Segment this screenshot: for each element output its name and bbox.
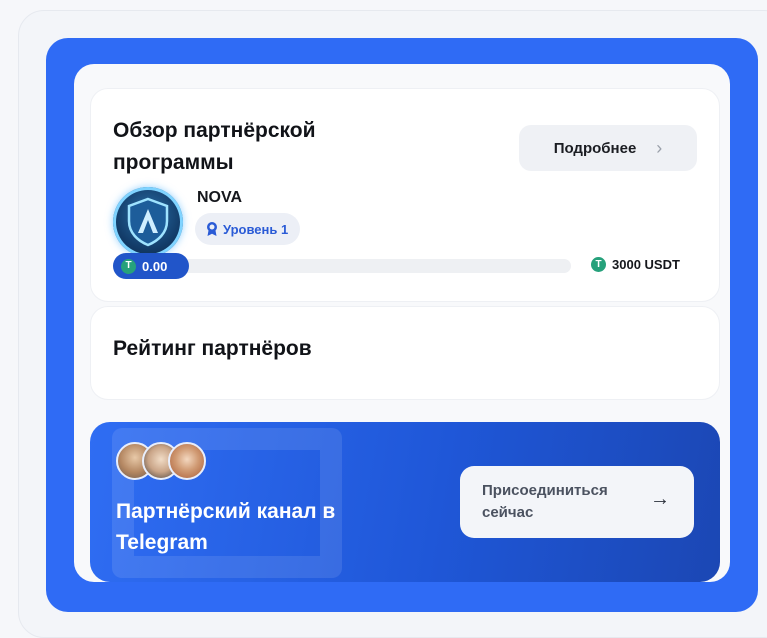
chevron-right-icon: › xyxy=(656,137,663,158)
more-button[interactable]: Подробнее › xyxy=(519,125,697,171)
shield-logo-icon xyxy=(127,197,169,247)
partner-avatar xyxy=(113,187,183,257)
award-icon xyxy=(207,222,217,236)
telegram-channel-card: Партнёрский канал в Telegram Присоединит… xyxy=(90,422,720,582)
join-now-button[interactable]: Присоединиться сейчас → xyxy=(460,466,694,538)
level-badge: Уровень 1 xyxy=(195,213,301,245)
progress-target: T 3000 USDT xyxy=(591,257,680,272)
progress-current-badge: T 0.00 xyxy=(113,253,189,279)
tether-icon: T xyxy=(121,258,136,274)
overview-card: Обзор партнёрской программы Подробнее › … xyxy=(90,88,720,302)
overview-title: Обзор партнёрской программы xyxy=(113,119,316,174)
progress-target-value: 3000 USDT xyxy=(612,257,680,272)
partner-panel: Обзор партнёрской программы Подробнее › … xyxy=(74,64,730,582)
member-avatar xyxy=(168,442,206,480)
more-button-label: Подробнее xyxy=(553,139,637,157)
telegram-channel-title: Партнёрский канал в Telegram xyxy=(116,500,336,554)
partner-name: NOVA xyxy=(197,189,243,206)
progress-current-value: 0.00 xyxy=(142,258,168,274)
level-label: Уровень 1 xyxy=(223,221,289,237)
rating-title: Рейтинг партнёров xyxy=(113,337,312,360)
rating-card[interactable]: Рейтинг партнёров xyxy=(90,306,720,400)
tether-icon: T xyxy=(591,257,606,272)
arrow-right-icon: → xyxy=(650,488,670,510)
join-button-label: Присоединиться сейчас xyxy=(482,482,608,521)
